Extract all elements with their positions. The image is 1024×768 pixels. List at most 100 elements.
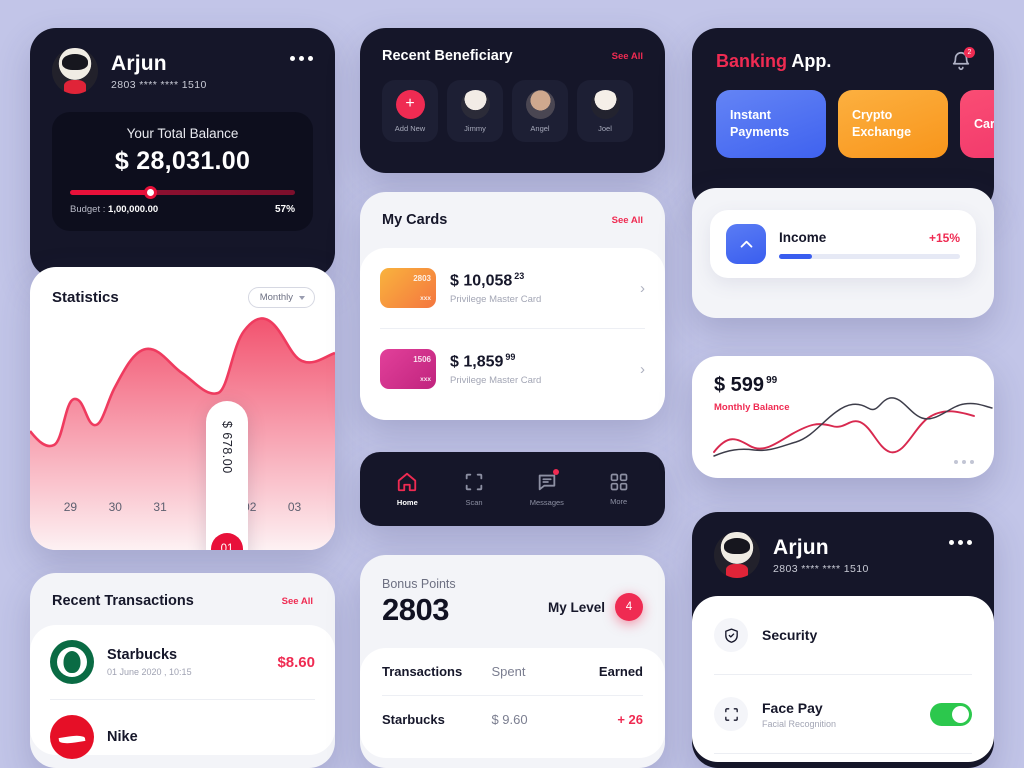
- statistics-title: Statistics: [52, 289, 119, 306]
- card-amount-main: $ 1,859: [450, 353, 504, 371]
- see-all-link[interactable]: See All: [282, 596, 313, 607]
- more-horizontal-icon[interactable]: [949, 540, 972, 545]
- list-item[interactable]: 1506 xxx $ 1,859 99 Privilege Master Card…: [380, 329, 645, 409]
- home-icon: [398, 472, 417, 492]
- balance-amount: $ 28,031.00: [114, 147, 251, 175]
- bonus-points-summary: Bonus Points 2803: [382, 577, 456, 628]
- range-label: Monthly: [259, 292, 293, 303]
- tile-label: Instant Payments: [730, 108, 790, 139]
- monthly-balance-card: $ 599 99 Monthly Balance: [692, 356, 994, 478]
- beneficiary-label: Add New: [394, 123, 426, 133]
- recent-transactions-list: Starbucks 01 June 2020 , 10:15 $8.60 Nik…: [30, 625, 335, 759]
- nike-logo: [50, 715, 94, 759]
- bonus-points-table: Transactions Spent Earned Starbucks $ 9.…: [360, 648, 665, 758]
- budget-text: Budget :: [70, 204, 106, 215]
- settings-item-subtitle: Facial Recognition: [762, 718, 837, 729]
- budget-slider[interactable]: [70, 186, 295, 199]
- beneficiary-item[interactable]: Jimmy: [447, 80, 503, 142]
- area-chart-svg: [30, 317, 335, 550]
- budget-percent: 57%: [274, 204, 295, 215]
- grid-icon: [610, 473, 627, 491]
- range-selector[interactable]: Monthly: [247, 287, 315, 308]
- app-title-accent: Banking: [716, 50, 788, 71]
- beneficiary-add-new[interactable]: + Add New: [382, 80, 438, 142]
- nav-label: Messages: [529, 498, 564, 507]
- cell-transaction: Starbucks: [382, 712, 445, 727]
- card-amount-cents: 23: [514, 270, 525, 281]
- settings-item-face-pay[interactable]: Face Pay Facial Recognition: [714, 675, 972, 754]
- shield-glyph: [724, 627, 738, 643]
- bottom-navigation-bar: Home Scan Messages More: [360, 452, 665, 526]
- card-subtitle: Privilege Master Card: [450, 294, 542, 306]
- beneficiary-header: Recent Beneficiary See All: [360, 28, 665, 64]
- cell-earned: + 26: [617, 712, 643, 727]
- bonus-points-header: Bonus Points 2803 My Level 4: [360, 555, 665, 628]
- settings-item-security[interactable]: Security: [714, 596, 972, 675]
- nav-label: Scan: [465, 498, 483, 507]
- nav-item-scan[interactable]: Scan: [463, 471, 485, 507]
- card-thumbnail: 1506 xxx: [380, 349, 436, 389]
- banking-app-header: Banking App. 2: [692, 28, 994, 72]
- chevron-right-icon[interactable]: ›: [640, 361, 645, 378]
- chevron-right-icon[interactable]: ›: [640, 280, 645, 297]
- list-item[interactable]: 2803 xxx $ 10,058 23 Privilege Master Car…: [380, 248, 645, 329]
- table-header-row: Transactions Spent Earned: [382, 648, 643, 696]
- profile-balance-card: Arjun 2803 **** **** 1510 Your Total Bal…: [30, 28, 335, 278]
- beneficiary-label: Angel: [530, 123, 550, 133]
- card-amount-cents: 99: [505, 351, 516, 362]
- see-all-link[interactable]: See All: [612, 215, 643, 226]
- card-amount: $ 1,859 99: [450, 352, 640, 371]
- card-amount-main: $ 10,058: [450, 272, 513, 290]
- face-pay-toggle[interactable]: [930, 702, 972, 726]
- tile-crypto-exchange[interactable]: Crypto Exchange: [838, 90, 948, 158]
- transaction-amount: $8.60: [277, 653, 315, 671]
- tile-label: Crypto Exchange: [852, 108, 912, 139]
- income-main: Income +15%: [779, 230, 960, 259]
- monthly-balance-label: Monthly Balance: [714, 402, 790, 413]
- avatar: [525, 89, 555, 119]
- face-scan-icon: [714, 697, 748, 731]
- card-masked: xxx: [420, 295, 431, 302]
- tile-card-reissue[interactable]: Card Reissue: [960, 90, 994, 158]
- list-item[interactable]: Starbucks 01 June 2020 , 10:15 $8.60: [50, 625, 315, 700]
- see-all-link[interactable]: See All: [612, 51, 643, 62]
- list-item[interactable]: Nike: [50, 700, 315, 768]
- budget-value: 1,00,000.00: [108, 204, 159, 215]
- settings-list: Security Face Pay Facial Recognition: [692, 596, 994, 762]
- bell-icon[interactable]: 2: [950, 47, 975, 72]
- nav-item-more[interactable]: More: [609, 472, 629, 506]
- nav-label: Home: [396, 498, 418, 507]
- status-badge: [552, 469, 559, 475]
- profile-header: Arjun 2803 **** **** 1510: [30, 28, 335, 94]
- beneficiary-item[interactable]: Angel: [512, 80, 568, 142]
- beneficiary-item[interactable]: Joel: [577, 80, 633, 142]
- cell-spent: $ 9.60: [491, 712, 528, 727]
- my-cards-title: My Cards: [382, 212, 448, 228]
- more-horizontal-icon[interactable]: [290, 56, 313, 61]
- banking-app-card: Banking App. 2 Instant Payments Crypto E…: [692, 28, 994, 213]
- x-tick: 03: [287, 500, 302, 514]
- card-info: $ 1,859 99 Privilege Master Card: [450, 352, 640, 386]
- app-title: Banking App.: [716, 51, 831, 72]
- chart-pagination-dots[interactable]: [954, 460, 974, 464]
- card-number: 1506: [413, 355, 431, 364]
- arrow-up-glyph: [740, 240, 752, 248]
- nav-item-messages[interactable]: Messages: [529, 469, 564, 507]
- tooltip-day-marker[interactable]: 01: [211, 533, 243, 550]
- beneficiary-title: Recent Beneficiary: [382, 48, 513, 64]
- tile-instant-payments[interactable]: Instant Payments: [716, 90, 826, 158]
- card-subtitle: Privilege Master Card: [450, 375, 542, 387]
- profile-names: Arjun 2803 **** **** 1510: [111, 52, 207, 91]
- slider-track: [70, 190, 295, 195]
- transaction-name: Starbucks: [107, 647, 178, 663]
- card-number: 2803: [413, 274, 431, 283]
- shield-check-icon: [714, 618, 748, 652]
- income-inner[interactable]: Income +15%: [710, 210, 976, 278]
- slider-thumb[interactable]: [144, 186, 158, 199]
- chart-tooltip[interactable]: $ 678.00 01: [206, 401, 248, 550]
- nav-item-home[interactable]: Home: [396, 471, 418, 507]
- level-indicator: My Level 4: [548, 593, 643, 621]
- dashboard-canvas: Arjun 2803 **** **** 1510 Your Total Bal…: [0, 0, 1024, 768]
- income-percent: +15%: [928, 230, 960, 245]
- statistics-card: Statistics Monthly 29 30 31 02 03 $ 678.…: [30, 267, 335, 550]
